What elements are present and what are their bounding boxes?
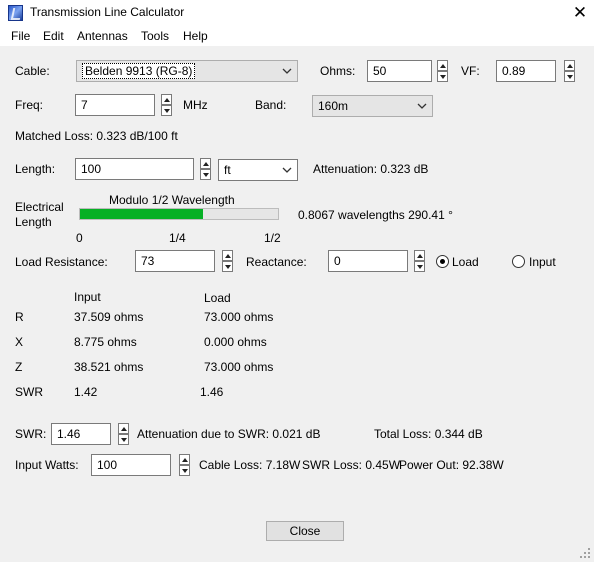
reactance-label: Reactance: bbox=[246, 255, 307, 269]
length-attenuation: Attenuation: 0.323 dB bbox=[313, 162, 429, 176]
vf-label: VF: bbox=[461, 64, 480, 78]
results-row-z-load: 73.000 ohms bbox=[204, 360, 274, 374]
cable-select[interactable]: Belden 9913 (RG-8) bbox=[76, 60, 298, 82]
tick-quarter: 1/4 bbox=[169, 231, 186, 245]
total-loss: Total Loss: 0.344 dB bbox=[374, 427, 483, 441]
spinner-up-icon[interactable] bbox=[179, 454, 190, 465]
input-watts-label: Input Watts: bbox=[15, 458, 79, 472]
freq-unit: MHz bbox=[183, 98, 208, 112]
results-row-swr-input: 1.42 bbox=[74, 385, 98, 399]
spinner-down-icon[interactable] bbox=[222, 261, 233, 272]
spinner-up-icon[interactable] bbox=[161, 94, 172, 105]
ohms-stepper[interactable] bbox=[437, 60, 448, 82]
tick-0: 0 bbox=[76, 231, 83, 245]
matched-loss-text: Matched Loss: 0.323 dB/100 ft bbox=[15, 129, 178, 143]
results-col-load: Load bbox=[204, 291, 231, 305]
results-row-z-name: Z bbox=[15, 360, 23, 374]
menu-edit[interactable]: Edit bbox=[43, 29, 64, 43]
swr-input[interactable]: 1.46 bbox=[51, 423, 111, 445]
spinner-down-icon[interactable] bbox=[161, 105, 172, 116]
calculator-window: Transmission Line Calculator ✕ File Edit… bbox=[0, 0, 594, 562]
ohms-label: Ohms: bbox=[320, 64, 356, 78]
results-row-swr-load: 1.46 bbox=[200, 385, 224, 399]
swr-loss: SWR Loss: 0.45W bbox=[302, 458, 401, 472]
spinner-down-icon[interactable] bbox=[200, 169, 211, 180]
spinner-up-icon[interactable] bbox=[437, 60, 448, 71]
menu-tools[interactable]: Tools bbox=[141, 29, 169, 43]
spinner-down-icon[interactable] bbox=[437, 71, 448, 82]
window-title: Transmission Line Calculator bbox=[30, 5, 185, 19]
swr-label: SWR: bbox=[15, 427, 47, 441]
spinner-up-icon[interactable] bbox=[222, 250, 233, 261]
spinner-down-icon[interactable] bbox=[564, 71, 575, 82]
results-row-r-input: 37.509 ohms bbox=[74, 310, 144, 324]
freq-label: Freq: bbox=[15, 98, 44, 112]
title-bar: Transmission Line Calculator ✕ bbox=[0, 0, 594, 27]
radio-input-label[interactable]: Input bbox=[529, 255, 556, 269]
reactance-stepper[interactable] bbox=[414, 250, 425, 272]
spinner-down-icon[interactable] bbox=[414, 261, 425, 272]
length-input[interactable]: 100 bbox=[75, 158, 194, 180]
length-label: Length: bbox=[15, 162, 56, 176]
electrical-length-label-1: Electrical bbox=[15, 200, 64, 214]
radio-load-label[interactable]: Load bbox=[452, 255, 479, 269]
length-stepper[interactable] bbox=[200, 158, 211, 180]
reactance-input[interactable]: 0 bbox=[328, 250, 408, 272]
spinner-down-icon[interactable] bbox=[118, 434, 129, 445]
chevron-down-icon bbox=[282, 68, 292, 74]
vf-stepper[interactable] bbox=[564, 60, 575, 82]
spinner-up-icon[interactable] bbox=[564, 60, 575, 71]
input-watts-stepper[interactable] bbox=[179, 454, 190, 476]
load-resistance-input[interactable]: 73 bbox=[135, 250, 215, 272]
results-row-x-input: 8.775 ohms bbox=[74, 335, 137, 349]
spinner-down-icon[interactable] bbox=[179, 465, 190, 476]
vf-input[interactable]: 0.89 bbox=[496, 60, 556, 82]
menu-bar: File Edit Antennas Tools Help bbox=[0, 27, 594, 46]
menu-file[interactable]: File bbox=[11, 29, 30, 43]
power-out: Power Out: 92.38W bbox=[399, 458, 504, 472]
close-button[interactable]: Close bbox=[266, 521, 344, 541]
length-unit-select[interactable]: ft bbox=[218, 159, 298, 181]
app-icon bbox=[8, 5, 23, 21]
results-row-r-name: R bbox=[15, 310, 24, 324]
radio-load[interactable] bbox=[436, 255, 449, 268]
freq-stepper[interactable] bbox=[161, 94, 172, 116]
cable-label: Cable: bbox=[15, 64, 50, 78]
band-select[interactable]: 160m bbox=[312, 95, 433, 117]
spinner-up-icon[interactable] bbox=[200, 158, 211, 169]
chevron-down-icon bbox=[417, 103, 427, 109]
band-selected-value: 160m bbox=[318, 99, 349, 113]
swr-stepper[interactable] bbox=[118, 423, 129, 445]
results-row-x-load: 0.000 ohms bbox=[204, 335, 267, 349]
swr-attenuation: Attenuation due to SWR: 0.021 dB bbox=[137, 427, 321, 441]
radio-input[interactable] bbox=[512, 255, 525, 268]
resize-grip-icon[interactable] bbox=[578, 546, 592, 560]
cable-loss: Cable Loss: 7.18W bbox=[199, 458, 301, 472]
menu-antennas[interactable]: Antennas bbox=[77, 29, 128, 43]
tick-half: 1/2 bbox=[264, 231, 281, 245]
load-resistance-stepper[interactable] bbox=[222, 250, 233, 272]
results-row-r-load: 73.000 ohms bbox=[204, 310, 274, 324]
wavelength-bar-title: Modulo 1/2 Wavelength bbox=[109, 193, 235, 207]
close-icon[interactable]: ✕ bbox=[566, 2, 594, 24]
electrical-length-label-2: Length bbox=[15, 215, 52, 229]
length-unit-value: ft bbox=[224, 163, 231, 177]
results-row-x-name: X bbox=[15, 335, 24, 349]
results-row-swr-name: SWR bbox=[15, 385, 43, 399]
spinner-up-icon[interactable] bbox=[414, 250, 425, 261]
results-col-input: Input bbox=[74, 290, 101, 304]
input-watts-input[interactable]: 100 bbox=[91, 454, 171, 476]
wavelength-progress-fill bbox=[80, 209, 203, 219]
wavelength-readout: 0.8067 wavelengths 290.41 ° bbox=[298, 208, 453, 222]
cable-selected-value: Belden 9913 (RG-8) bbox=[82, 63, 196, 79]
spinner-up-icon[interactable] bbox=[118, 423, 129, 434]
load-resistance-label: Load Resistance: bbox=[15, 255, 108, 269]
ohms-input[interactable]: 50 bbox=[367, 60, 432, 82]
results-row-z-input: 38.521 ohms bbox=[74, 360, 144, 374]
band-label: Band: bbox=[255, 98, 287, 112]
freq-input[interactable]: 7 bbox=[75, 94, 155, 116]
chevron-down-icon bbox=[282, 167, 292, 173]
menu-help[interactable]: Help bbox=[183, 29, 208, 43]
wavelength-progress-bar bbox=[79, 208, 279, 220]
